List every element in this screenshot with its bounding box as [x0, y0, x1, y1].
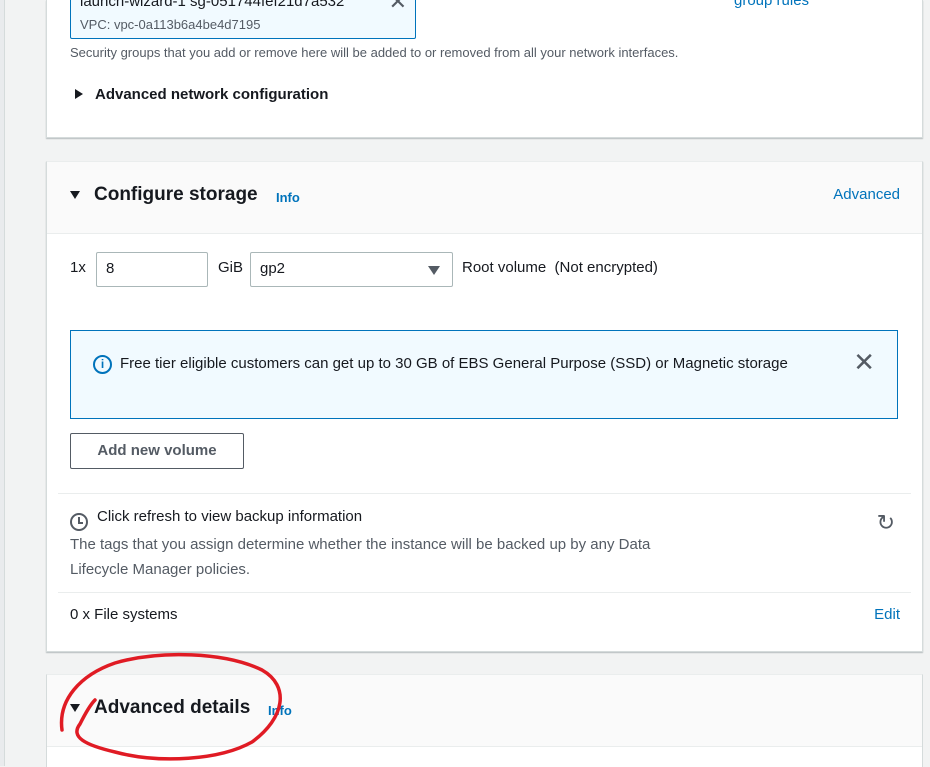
group-rules-link[interactable]: group rules	[734, 0, 809, 9]
root-volume-label: Root volume (Not encrypted)	[462, 259, 658, 276]
configure-storage-info-link[interactable]: Info	[276, 190, 300, 205]
left-rail	[0, 0, 5, 766]
security-group-vpc: VPC: vpc-0a113b6a4be4d7195	[80, 17, 261, 32]
advanced-network-configuration-label: Advanced network configuration	[95, 86, 329, 103]
info-circle-icon: i	[93, 355, 112, 374]
security-group-name: launch-wizard-1 sg-051744fef21d7a532	[80, 0, 345, 10]
caret-right-icon	[75, 89, 83, 100]
security-group-description: Security groups that you add or remove h…	[70, 45, 679, 60]
caret-down-icon	[428, 266, 440, 275]
refresh-icon[interactable]: ↻	[877, 512, 895, 534]
close-icon[interactable]: ✕	[853, 349, 875, 375]
backup-info-title: Click refresh to view backup information	[97, 508, 363, 525]
backup-info-box: Click refresh to view backup information…	[58, 493, 911, 593]
close-icon[interactable]: ✕	[389, 0, 407, 15]
clock-icon	[70, 513, 88, 531]
network-settings-panel: launch-wizard-1 sg-051744fef21d7a532 VPC…	[46, 0, 923, 138]
advanced-details-info-link[interactable]: Info	[268, 703, 292, 718]
volume-size-input[interactable]: 8	[96, 252, 208, 287]
configure-storage-header[interactable]: Configure storage Info Advanced	[47, 162, 922, 234]
file-systems-label: 0 x File systems	[70, 606, 178, 623]
advanced-details-title: Advanced details	[94, 697, 251, 718]
advanced-details-header[interactable]: Advanced details Info	[47, 675, 922, 747]
free-tier-alert-text: Free tier eligible customers can get up …	[120, 355, 788, 372]
volume-type-value: gp2	[260, 260, 286, 277]
security-group-token: launch-wizard-1 sg-051744fef21d7a532 VPC…	[70, 0, 416, 39]
caret-down-icon	[70, 704, 80, 712]
volume-type-select[interactable]: gp2	[250, 252, 453, 287]
configure-storage-panel: Configure storage Info Advanced 1x 8 GiB…	[46, 161, 923, 652]
caret-down-icon	[70, 191, 80, 199]
storage-advanced-link[interactable]: Advanced	[833, 186, 900, 203]
add-new-volume-button[interactable]: Add new volume	[70, 433, 244, 469]
file-systems-edit-link[interactable]: Edit	[874, 606, 900, 623]
advanced-details-panel: Advanced details Info	[46, 674, 923, 767]
advanced-network-configuration-toggle[interactable]: Advanced network configuration	[75, 86, 328, 103]
volume-count-label: 1x	[70, 259, 86, 276]
configure-storage-title: Configure storage	[94, 184, 258, 205]
volume-size-unit: GiB	[218, 259, 244, 276]
backup-info-description: The tags that you assign determine wheth…	[70, 536, 651, 578]
free-tier-alert: i Free tier eligible customers can get u…	[70, 330, 898, 419]
